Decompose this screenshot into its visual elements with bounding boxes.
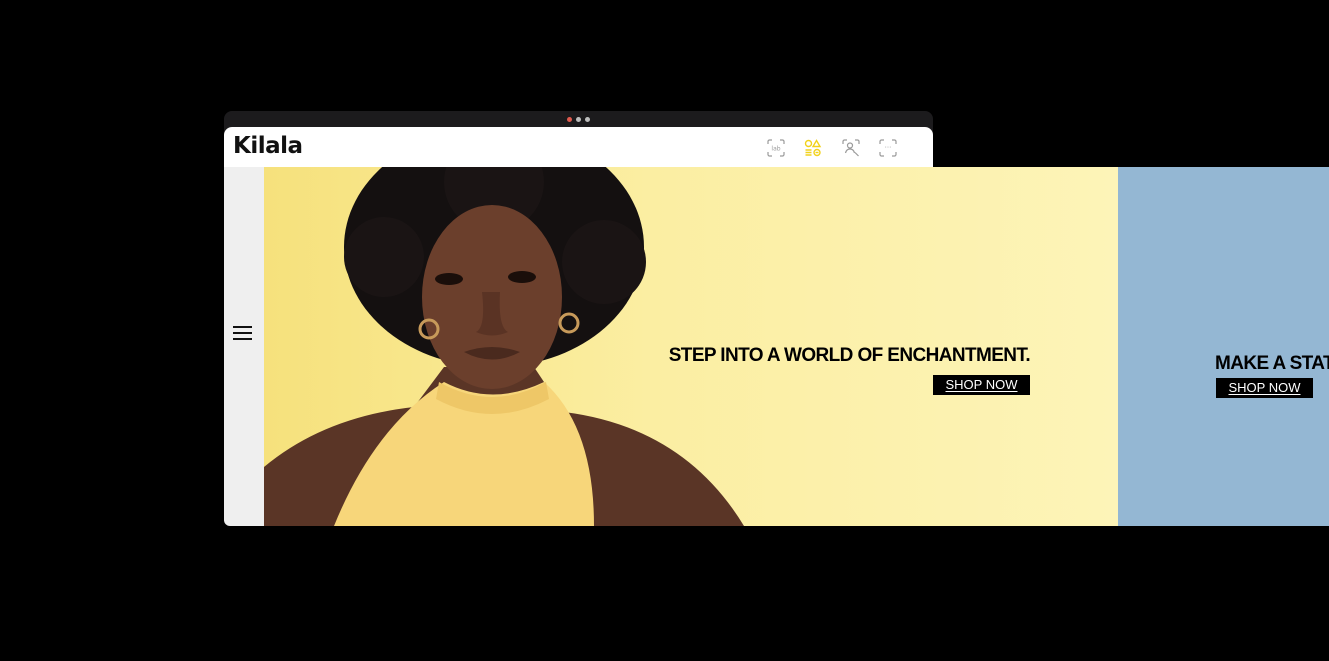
brand-logo[interactable]: Kilala [233,133,303,159]
site-header: Kilala lab ··· [224,127,933,167]
screen: Kilala lab ··· STEP INTO A WORLD OF ENCH… [0,0,1329,661]
face-scan-icon[interactable] [842,139,860,157]
svg-text:···: ··· [885,144,892,152]
more-frame-icon[interactable]: ··· [879,139,897,157]
hero-banner-1-content: STEP INTO A WORLD OF ENCHANTMENT. SHOP N… [668,345,1031,395]
hero-banner-2-headline: MAKE A STAT [1215,353,1329,374]
text-scan-icon[interactable]: lab [767,139,785,157]
hero-banner-1[interactable]: STEP INTO A WORLD OF ENCHANTMENT. SHOP N… [264,167,1118,526]
window-dot-minimize[interactable] [576,117,581,122]
svg-text:lab: lab [771,146,780,153]
shapes-filter-icon[interactable] [804,139,822,157]
hero-banner-1-headline: STEP INTO A WORLD OF ENCHANTMENT. [668,345,1031,366]
window-controls [567,117,590,122]
window-dot-maximize[interactable] [585,117,590,122]
shop-now-button-2[interactable]: SHOP NOW [1216,378,1313,398]
side-rail [224,167,264,526]
hamburger-menu-icon[interactable] [233,326,252,340]
hero-banner-2[interactable]: MAKE A STAT SHOP NOW [1118,167,1329,526]
shop-now-button[interactable]: SHOP NOW [933,375,1030,395]
window-dot-close[interactable] [567,117,572,122]
